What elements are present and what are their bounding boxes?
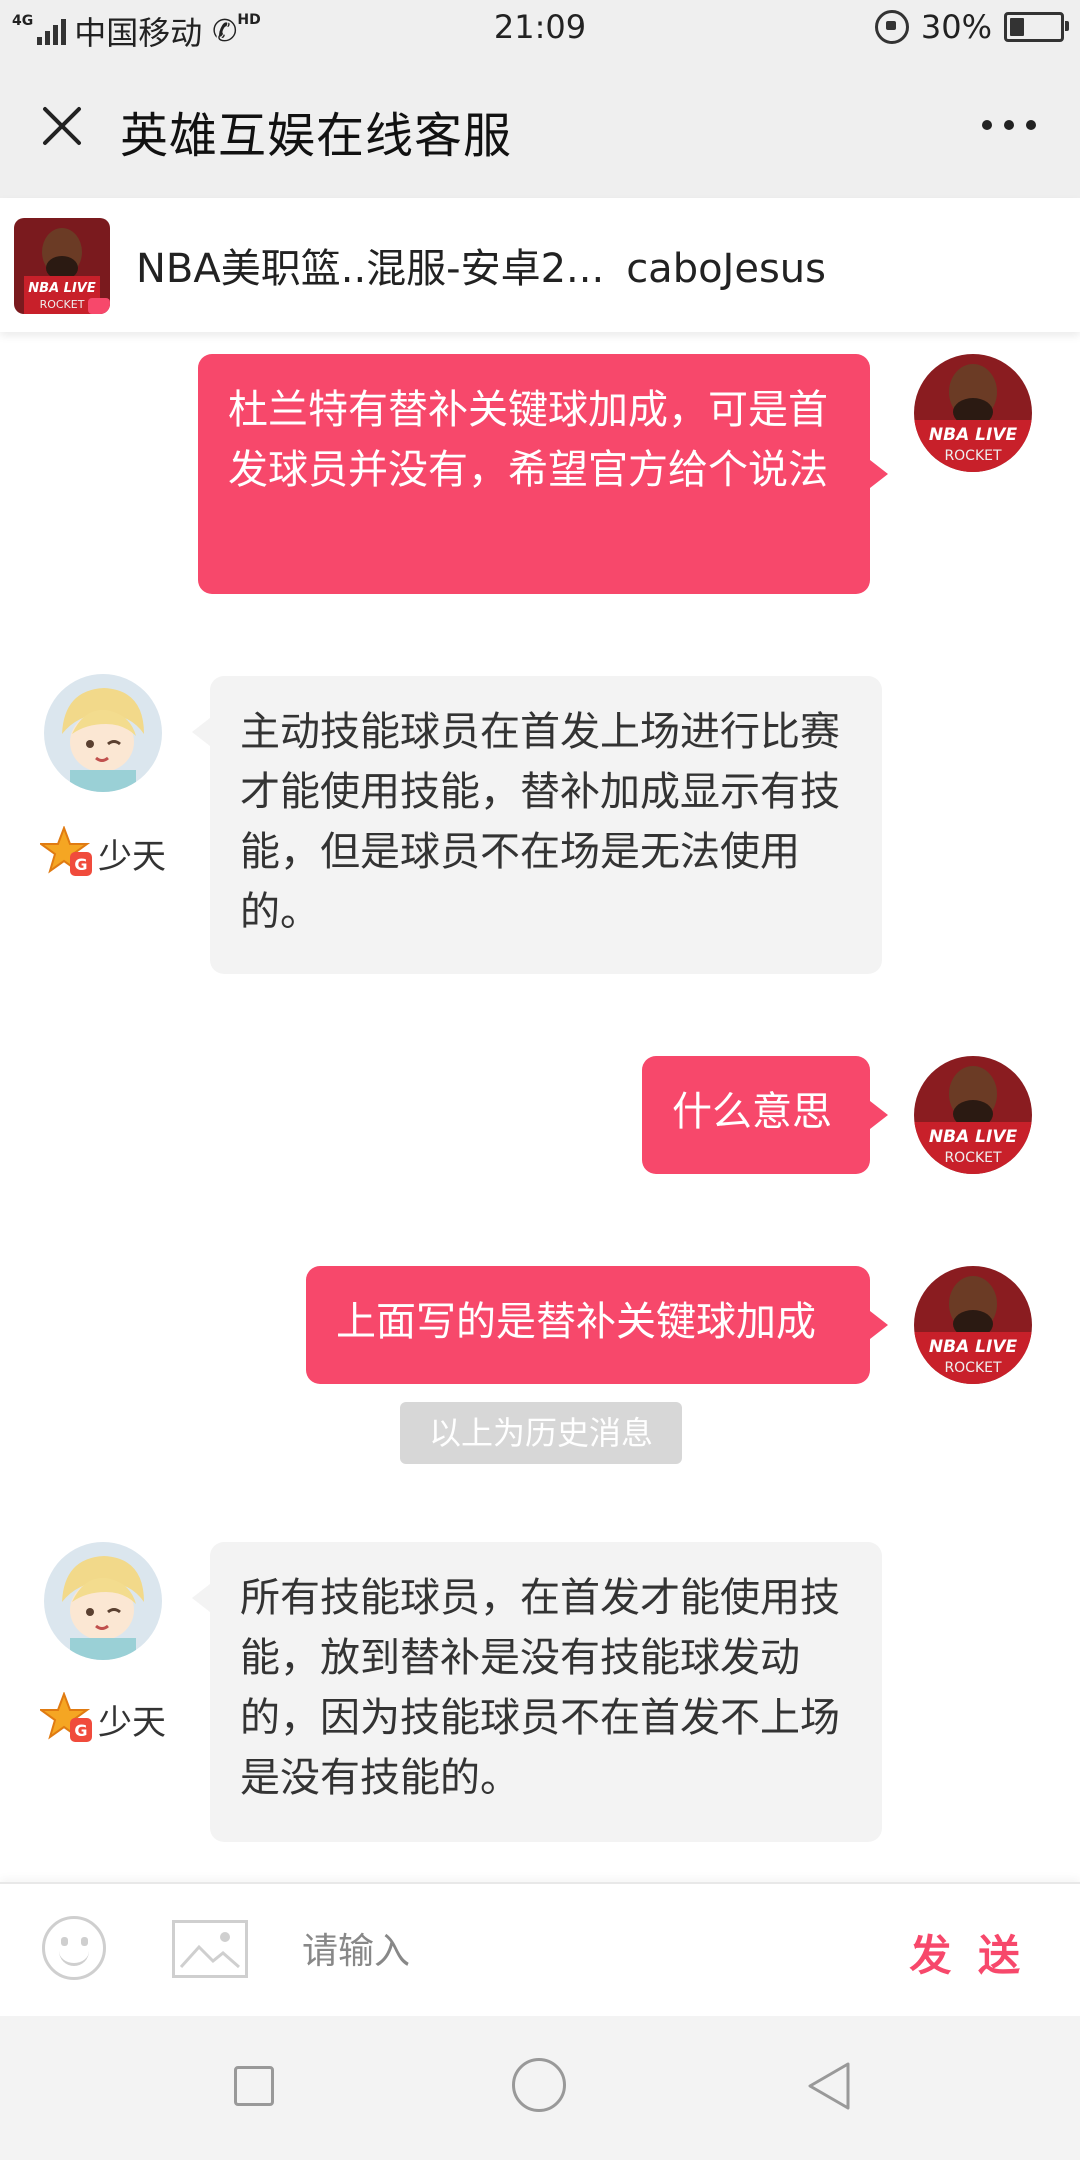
game-info-text: NBA美职篮..混服-安卓2... caboJesus: [136, 236, 826, 294]
svg-text:NBA LIVE: NBA LIVE: [28, 281, 96, 296]
more-icon[interactable]: [982, 120, 1036, 130]
svg-text:ROCKET: ROCKET: [944, 448, 1002, 464]
circle-icon[interactable]: [512, 2058, 566, 2112]
image-icon[interactable]: [172, 1920, 248, 1978]
message-text: 杜兰特有替补关键球加成，可是首发球员并没有，希望官方给个说法: [228, 387, 828, 493]
user-avatar[interactable]: NBA LIVE ROCKET: [914, 354, 1032, 472]
agent-tag: G 少天: [37, 825, 166, 880]
agent-name: 少天: [98, 1702, 166, 1743]
history-divider: 以上为历史消息: [400, 1402, 682, 1464]
svg-text:ROCKET: ROCKET: [944, 1360, 1002, 1376]
agent-message: 所有技能球员，在首发才能使用技能，放到替补是没有技能球发动的，因为技能球员不在首…: [192, 1542, 882, 1842]
close-icon[interactable]: [38, 102, 86, 150]
svg-text:ROCKET: ROCKET: [944, 1150, 1002, 1166]
user-message: 上面写的是替补关键球加成: [306, 1266, 888, 1384]
game-avatar: NBA LIVE ROCKET: [14, 218, 110, 314]
composer-bar: 发 送: [0, 1882, 1080, 2018]
message-text: 主动技能球员在首发上场进行比赛才能使用技能，替补加成显示有技能，但是球员不在场是…: [240, 709, 840, 935]
player-name: caboJesus: [626, 246, 826, 292]
triangle-back-icon[interactable]: [804, 2060, 854, 2112]
star-badge-icon: G: [37, 1691, 94, 1746]
message-text: 所有技能球员，在首发才能使用技能，放到替补是没有技能球发动的，因为技能球员不在首…: [240, 1575, 840, 1801]
agent-tag: G 少天: [37, 1691, 166, 1746]
battery-icon: [1004, 12, 1069, 42]
user-message: 杜兰特有替补关键球加成，可是首发球员并没有，希望官方给个说法: [198, 354, 888, 594]
message-text: 什么意思: [672, 1089, 832, 1135]
chat-area[interactable]: 杜兰特有替补关键球加成，可是首发球员并没有，希望官方给个说法 NBA LIVE …: [0, 332, 1080, 1882]
svg-text:NBA LIVE: NBA LIVE: [929, 1127, 1018, 1147]
svg-text:NBA LIVE: NBA LIVE: [929, 425, 1018, 445]
agent-message: 主动技能球员在首发上场进行比赛才能使用技能，替补加成显示有技能，但是球员不在场是…: [192, 676, 882, 974]
agent-name: 少天: [98, 836, 166, 877]
svg-text:G: G: [74, 855, 87, 874]
game-server: NBA美职篮..混服-安卓2...: [136, 246, 605, 292]
svg-text:ROCKET: ROCKET: [40, 298, 85, 311]
user-avatar[interactable]: NBA LIVE ROCKET: [914, 1266, 1032, 1384]
status-right: 30%: [874, 8, 1069, 46]
message-input[interactable]: [300, 1910, 884, 1992]
message-text: 上面写的是替补关键球加成: [336, 1299, 816, 1345]
title-bar: 英雄互娱在线客服: [0, 56, 1080, 198]
agent-avatar[interactable]: [44, 1542, 162, 1660]
svg-text:NBA LIVE: NBA LIVE: [929, 1337, 1018, 1357]
send-button[interactable]: 发 送: [909, 1922, 1026, 1983]
page-title: 英雄互娱在线客服: [120, 108, 513, 164]
svg-text:G: G: [74, 1721, 87, 1740]
square-icon[interactable]: [234, 2066, 274, 2106]
system-nav-bar: [0, 2016, 1080, 2160]
emoji-icon[interactable]: [42, 1916, 106, 1980]
status-bar: 4G 中国移动 ✆ HD 21:09 30%: [0, 0, 1080, 56]
rotation-lock-icon: [874, 10, 909, 44]
game-info-bar: NBA LIVE ROCKET NBA美职篮..混服-安卓2... caboJes…: [0, 198, 1080, 332]
user-message: 什么意思: [642, 1056, 888, 1174]
star-badge-icon: G: [37, 825, 94, 880]
agent-avatar[interactable]: [44, 674, 162, 792]
user-avatar[interactable]: NBA LIVE ROCKET: [914, 1056, 1032, 1174]
battery-percent: 30%: [920, 8, 992, 46]
